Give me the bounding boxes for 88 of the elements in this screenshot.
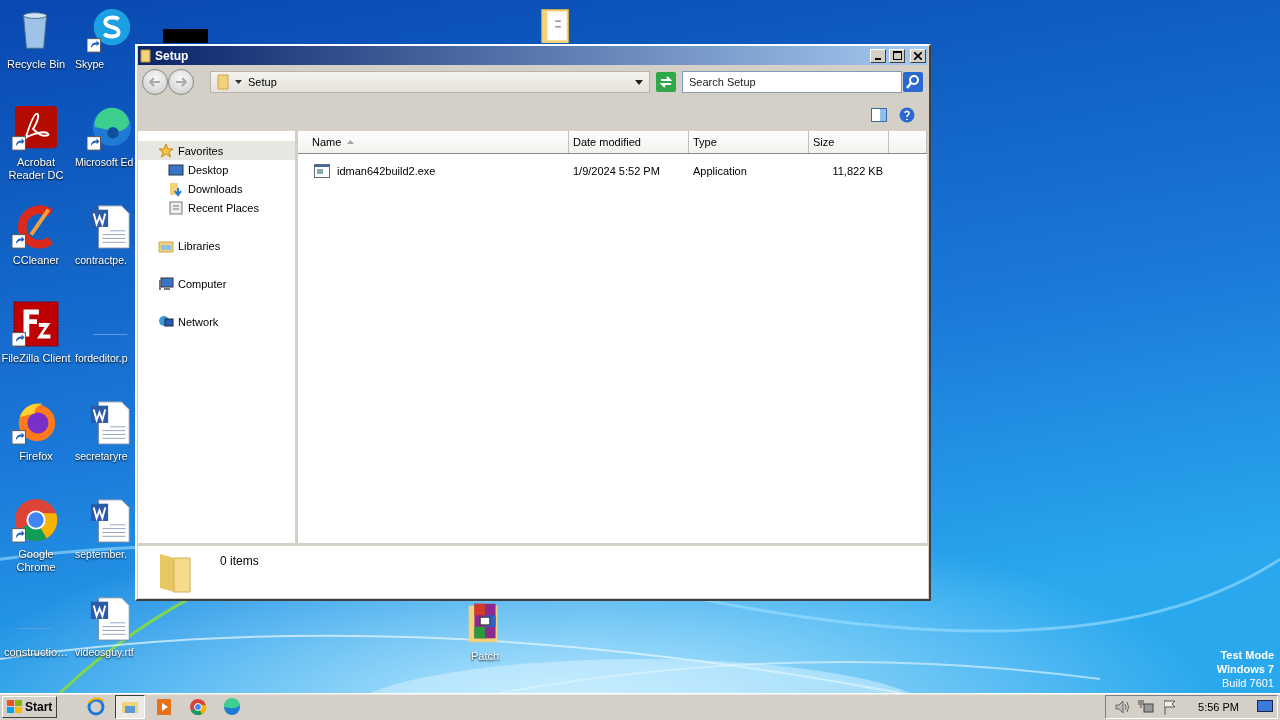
nav-label: Network (178, 315, 219, 328)
os-notice-text: Windows 7 (1216, 662, 1274, 676)
column-header[interactable]: Name (298, 131, 569, 153)
table-cell-text: 11,822 KB (831, 163, 884, 179)
icon-label[interactable]: FileZilla Client (0, 352, 72, 365)
start-button[interactable]: Start (2, 696, 58, 718)
maximize-button[interactable] (889, 48, 905, 63)
icon-label[interactable]: secretaryre (75, 450, 134, 463)
icon-label[interactable]: Acrobat Reader DC (0, 156, 72, 182)
back-button[interactable] (142, 69, 168, 95)
speaker-icon[interactable] (1114, 700, 1131, 714)
refresh-icon (656, 72, 676, 92)
folder-icon (140, 48, 152, 63)
column-label: Size (813, 136, 835, 148)
table-cell-text: Application (692, 163, 748, 179)
monitor-icon (168, 161, 184, 178)
column-header[interactable]: Type (689, 131, 809, 153)
icon-label[interactable]: Skype (75, 58, 134, 71)
nav-item[interactable]: Downloads (138, 179, 295, 198)
icon-label[interactable]: Microsoft Ed (75, 156, 134, 169)
nav-item[interactable]: Favorites (138, 141, 295, 160)
minimize-button[interactable] (870, 48, 886, 63)
dark-panel (163, 29, 208, 43)
nav-label: Recent Places (188, 201, 259, 214)
icon-label[interactable]: Firefox (0, 450, 72, 463)
column-label: Type (693, 136, 717, 148)
nav-item[interactable]: Recent Places (138, 198, 295, 217)
search-button[interactable] (903, 72, 923, 92)
item-count: 0 items (220, 554, 259, 568)
icon-label[interactable]: Google Chrome (0, 548, 72, 574)
help-icon[interactable] (899, 107, 915, 123)
back-arrow-icon (149, 77, 161, 87)
table-cell-text: 1/9/2024 5:52 PM (572, 163, 661, 179)
pdf-icon[interactable] (12, 104, 60, 152)
header-filler (889, 131, 927, 153)
chrome-icon[interactable] (12, 496, 60, 544)
nav-item[interactable]: Libraries (138, 236, 295, 255)
search-icon (903, 72, 923, 92)
icon-label[interactable]: Recycle Bin (0, 58, 72, 71)
window-title: Setup (155, 48, 190, 63)
nav-label: Desktop (188, 163, 229, 176)
folder-icon (217, 74, 229, 90)
preview-pane-icon[interactable] (871, 108, 887, 122)
browser-icon (222, 697, 243, 717)
dropdown-caret-icon (635, 79, 643, 85)
close-icon (914, 51, 922, 60)
nav-label: Downloads (188, 182, 243, 195)
file-name[interactable]: idman642build2.exe (333, 164, 436, 177)
recent-icon (168, 199, 184, 216)
network-icon (158, 313, 174, 330)
refresh-button[interactable] (656, 72, 676, 92)
address-text: Setup (248, 76, 278, 88)
address-bar[interactable]: Setup (210, 71, 650, 93)
nav-item[interactable]: Computer (138, 274, 295, 293)
column-header[interactable]: Date modified (569, 131, 689, 153)
nav-label: Computer (178, 277, 227, 290)
icon-label[interactable]: fordeditor.p (75, 352, 134, 365)
column-label: Date modified (573, 136, 641, 148)
ie-icon (86, 697, 107, 717)
icon-label[interactable]: contractpe. (75, 254, 134, 267)
show-desktop-icon[interactable] (1257, 700, 1273, 714)
maximize-icon (892, 51, 902, 60)
search-field[interactable]: Search Setup (682, 71, 902, 93)
taskbar-button[interactable] (115, 695, 146, 719)
forward-button[interactable] (168, 69, 194, 95)
icon-label[interactable]: CCleaner (0, 254, 72, 267)
clock: 5:56 PM (1198, 701, 1239, 713)
nav-item[interactable]: Network (138, 312, 295, 331)
column-header[interactable]: Size (809, 131, 889, 153)
os-notice-text: Build 7601 (1222, 676, 1274, 690)
computer-icon (158, 275, 174, 292)
download-folder-icon (168, 180, 184, 197)
chrome-icon (188, 697, 209, 717)
caret-icon (235, 80, 242, 84)
forward-arrow-icon (175, 77, 187, 87)
network-icon[interactable] (1138, 699, 1155, 715)
close-button[interactable] (910, 48, 926, 63)
nav-label: Favorites (178, 144, 224, 157)
application-icon (314, 163, 330, 178)
windows-logo-icon (7, 700, 23, 714)
icon-label[interactable]: september. (75, 548, 134, 561)
nav-label: Libraries (178, 239, 221, 252)
fz-icon[interactable] (12, 300, 60, 348)
os-notice-text: Test Mode (1220, 648, 1274, 662)
minimize-icon (875, 57, 881, 60)
column-label: Name (312, 136, 342, 148)
star-icon (158, 142, 174, 159)
nav-item[interactable]: Desktop (138, 160, 295, 179)
